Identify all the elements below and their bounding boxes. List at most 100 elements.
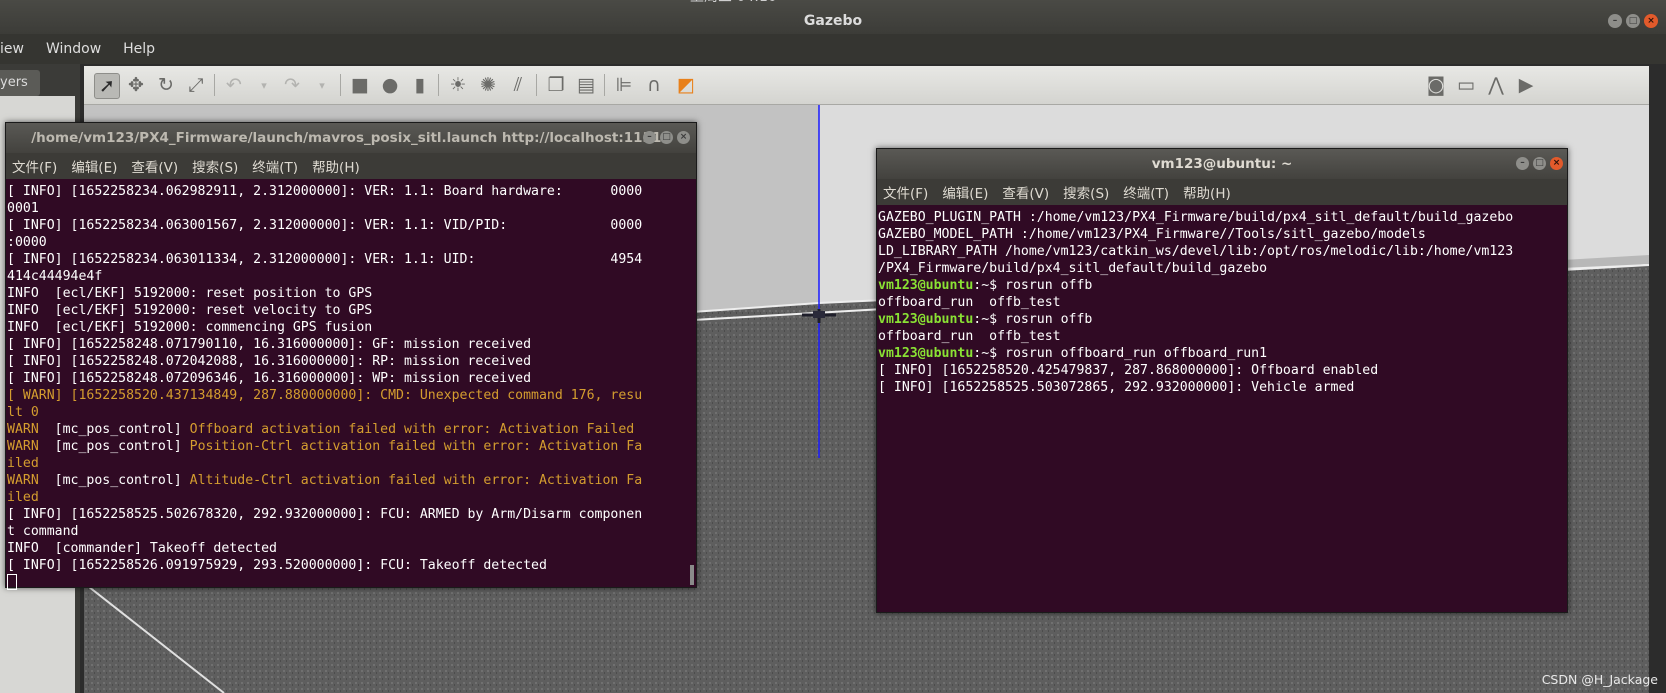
terminal-line: [ INFO] [1652258234.063001567, 2.3120000… — [7, 217, 696, 234]
menu-view[interactable]: iew — [0, 41, 24, 57]
log-prefix: [mc_pos_control] — [38, 422, 190, 437]
menu-view[interactable]: 查看(V) — [131, 156, 178, 176]
line-text: Offboard activation failed with error: A… — [189, 422, 635, 437]
rotate-mode-icon[interactable]: ↻ — [154, 73, 178, 97]
maximize-button[interactable]: □ — [660, 131, 673, 144]
close-button[interactable]: × — [677, 131, 690, 144]
close-button[interactable]: × — [1550, 157, 1563, 170]
gazebo-menubar: iew Window Help — [0, 34, 1666, 64]
screenshot-icon[interactable]: ◙ — [1424, 73, 1448, 97]
line-text: offboard_run offb_test — [878, 329, 1061, 344]
layers-tab[interactable]: yers — [0, 70, 40, 96]
menu-help[interactable]: 帮助(H) — [312, 156, 360, 176]
menu-terminal[interactable]: 终端(T) — [1123, 182, 1169, 202]
point-light-icon[interactable]: ☀ — [446, 73, 470, 97]
menu-help[interactable]: Help — [123, 41, 155, 57]
menu-search[interactable]: 搜索(S) — [1063, 182, 1109, 202]
line-text: 0001 — [7, 201, 39, 216]
undo-history-icon[interactable]: ▾ — [252, 73, 276, 97]
menu-edit[interactable]: 编辑(E) — [942, 182, 988, 202]
terminal-line: INFO [commander] Takeoff detected — [7, 540, 696, 557]
menu-file[interactable]: 文件(F) — [12, 156, 57, 176]
box-shape-icon[interactable]: ■ — [348, 73, 372, 97]
menu-view[interactable]: 查看(V) — [1002, 182, 1049, 202]
ghost-clock-text: 上周三 04:10 — [690, 0, 777, 18]
terminal-line: [ INFO] [1652258525.502678320, 292.93200… — [7, 506, 696, 523]
terminal-window-home[interactable]: vm123@ubuntu: ~ – □ × 文件(F) 编辑(E) 查看(V) … — [876, 148, 1568, 613]
redo-icon[interactable]: ↷ — [280, 73, 304, 97]
menu-window[interactable]: Window — [46, 41, 101, 57]
log-prefix: [mc_pos_control] — [38, 473, 190, 488]
align-icon[interactable]: ⊫ — [612, 73, 636, 97]
terminal-line: WARN [mc_pos_control] Position-Ctrl acti… — [7, 439, 643, 454]
menu-help[interactable]: 帮助(H) — [1183, 182, 1231, 202]
terminal-output[interactable]: [ INFO] [1652258234.062982911, 2.3120000… — [6, 179, 696, 593]
terminal-line: WARN [mc_pos_control] Altitude-Ctrl acti… — [7, 473, 643, 488]
terminal-menubar: 文件(F) 编辑(E) 查看(V) 搜索(S) 终端(T) 帮助(H) — [877, 179, 1567, 205]
gazebo-window-buttons: – □ × — [1608, 14, 1658, 28]
terminal-line: GAZEBO_MODEL_PATH :/home/vm123/PX4_Firmw… — [878, 226, 1567, 243]
terminal-window-launch[interactable]: /home/vm123/PX4_Firmware/launch/mavros_p… — [5, 122, 697, 590]
line-text: iled — [7, 456, 39, 471]
minimize-button[interactable]: – — [1516, 157, 1529, 170]
scale-mode-icon[interactable]: ⤢ — [184, 73, 208, 97]
terminal-line: iled — [7, 455, 696, 472]
toolbar-separator — [438, 74, 439, 96]
change-view-icon[interactable]: ◩ — [674, 73, 698, 97]
terminal-line: 0001 — [7, 200, 696, 217]
terminal-line: INFO [ecl/EKF] 5192000: reset position t… — [7, 285, 696, 302]
record-video-icon[interactable]: ▶ — [1514, 73, 1538, 97]
line-text: INFO [ecl/EKF] 5192000: reset position t… — [7, 286, 373, 301]
line-text: INFO [ecl/EKF] 5192000: commencing GPS f… — [7, 320, 373, 335]
terminal-line: iled — [7, 489, 696, 506]
maximize-button[interactable]: □ — [1626, 14, 1640, 28]
minimize-button[interactable]: – — [1608, 14, 1622, 28]
gazebo-titlebar: 上周三 04:10 Gazebo – □ × — [0, 0, 1666, 34]
terminal-line: [ INFO] [1652258248.071790110, 16.316000… — [7, 336, 696, 353]
terminal-line: [ INFO] [1652258248.072096346, 16.316000… — [7, 370, 696, 387]
line-text: t command — [7, 524, 79, 539]
terminal-line: vm123@ubuntu:~$ rosrun offb — [878, 277, 1567, 294]
scrollbar-thumb[interactable] — [690, 565, 694, 585]
terminal-title: vm123@ubuntu: ~ — [1151, 156, 1293, 172]
select-mode-icon[interactable]: ➚ — [94, 73, 120, 99]
line-text: offboard_run offb_test — [878, 295, 1061, 310]
menu-search[interactable]: 搜索(S) — [192, 156, 238, 176]
gazebo-window-title: Gazebo — [803, 13, 863, 29]
toolbar-separator — [536, 74, 537, 96]
log-icon[interactable]: ▭ — [1454, 73, 1478, 97]
menu-edit[interactable]: 编辑(E) — [71, 156, 117, 176]
menu-file[interactable]: 文件(F) — [883, 182, 928, 202]
close-button[interactable]: × — [1644, 14, 1658, 28]
terminal-line: [ INFO] [1652258526.091975929, 293.52000… — [7, 557, 696, 574]
line-text: :~$ rosrun offb — [973, 312, 1093, 327]
minimize-button[interactable]: – — [643, 131, 656, 144]
menu-terminal[interactable]: 终端(T) — [252, 156, 298, 176]
terminal-titlebar: vm123@ubuntu: ~ – □ × — [877, 149, 1567, 179]
terminal-line: [ INFO] [1652258520.425479837, 287.86800… — [878, 362, 1567, 379]
toolbar-separator — [214, 74, 215, 96]
shell-prompt: vm123@ubuntu — [878, 278, 974, 293]
line-text: GAZEBO_MODEL_PATH :/home/vm123/PX4_Firmw… — [878, 227, 1426, 242]
line-text: GAZEBO_PLUGIN_PATH :/home/vm123/PX4_Firm… — [878, 210, 1514, 225]
sphere-shape-icon[interactable]: ● — [378, 73, 402, 97]
toolbar-separator — [340, 74, 341, 96]
snap-icon[interactable]: ∩ — [642, 73, 666, 97]
cylinder-shape-icon[interactable]: ▮ — [408, 73, 432, 97]
plot-icon[interactable]: ⋀ — [1484, 73, 1508, 97]
paste-icon[interactable]: ▤ — [574, 73, 598, 97]
terminal-line: /PX4_Firmware/build/px4_sitl_default/bui… — [878, 260, 1567, 277]
redo-history-icon[interactable]: ▾ — [310, 73, 334, 97]
translate-mode-icon[interactable]: ✥ — [124, 73, 148, 97]
terminal-output[interactable]: GAZEBO_PLUGIN_PATH :/home/vm123/PX4_Firm… — [877, 205, 1567, 396]
copy-icon[interactable]: ❐ — [544, 73, 568, 97]
undo-icon[interactable]: ↶ — [222, 73, 246, 97]
directional-light-icon[interactable]: ⫽ — [506, 73, 530, 97]
watermark: CSDN @H_Jackage — [1541, 672, 1658, 687]
line-text: [ WARN] [1652258520.437134849, 287.88000… — [7, 388, 643, 403]
terminal-line: WARN [mc_pos_control] Offboard activatio… — [7, 422, 635, 437]
terminal-line: [ INFO] [1652258525.503072865, 292.93200… — [878, 379, 1567, 396]
maximize-button[interactable]: □ — [1533, 157, 1546, 170]
terminal-line: [ INFO] [1652258234.062982911, 2.3120000… — [7, 183, 696, 200]
spot-light-icon[interactable]: ✺ — [476, 73, 500, 97]
